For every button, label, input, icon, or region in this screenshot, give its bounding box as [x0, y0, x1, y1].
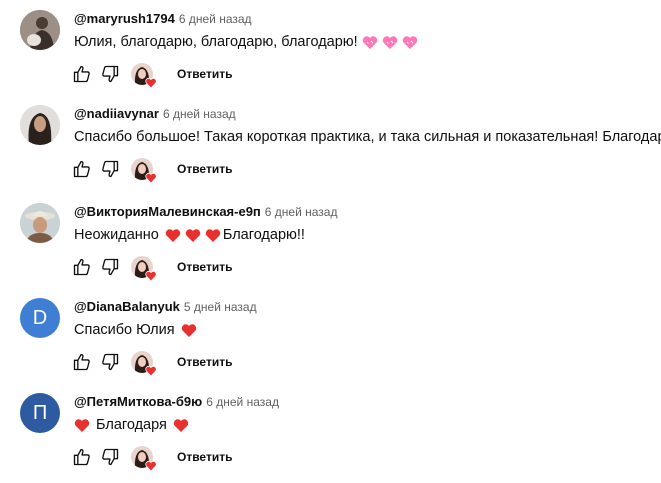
red-heart-emoji-icon [74, 418, 90, 432]
reply-button[interactable]: Ответить [177, 260, 232, 274]
comment-header: @ВикторияМалевинская-е9п 6 дней назад [74, 204, 337, 219]
avatar[interactable] [20, 105, 60, 145]
comment-text: Спасибо большое! Такая короткая практика… [74, 129, 661, 145]
comment-item: П @ПетяМиткова-б9ю 6 дней назад Благодаря… [0, 383, 661, 483]
comment-header: @ПетяМиткова-б9ю 6 дней назад [74, 394, 279, 409]
heart-icon [145, 270, 157, 282]
thumbs-down-icon [102, 448, 119, 466]
heart-icon [145, 77, 157, 89]
avatar[interactable] [20, 203, 60, 243]
red-heart-emoji-icon [165, 228, 181, 242]
dislike-button[interactable] [100, 64, 120, 84]
comment-text-part: Неожиданно [74, 227, 159, 243]
comment-time[interactable]: 6 дней назад [163, 107, 236, 121]
comment-actions: Ответить [70, 351, 232, 377]
author-name[interactable]: @ВикторияМалевинская-е9п [74, 204, 261, 219]
thumbs-down-icon [102, 353, 119, 371]
avatar[interactable]: П [20, 393, 60, 433]
red-heart-emoji-icon [205, 228, 221, 242]
comment-text: Спасибо Юлия [74, 322, 199, 338]
thumbs-up-icon [73, 258, 90, 276]
avatar-letter: D [32, 306, 48, 329]
red-heart-emoji-icon [181, 323, 196, 337]
reply-button[interactable]: Ответить [177, 67, 232, 81]
heart-icon [145, 365, 157, 377]
comment-text-part: Спасибо Юлия [74, 322, 175, 338]
like-button[interactable] [72, 64, 92, 84]
comment-header: @DianaBalanyuk 5 дней назад [74, 299, 257, 314]
author-name[interactable]: @ПетяМиткова-б9ю [74, 394, 202, 409]
comments-list: @maryrush1794 6 дней назад Юлия, благодар… [0, 0, 661, 473]
comment-item: @maryrush1794 6 дней назад Юлия, благодар… [0, 0, 661, 100]
comment-actions: Ответить [70, 256, 232, 282]
comment-header: @nadiiavynar 6 дней назад [74, 106, 236, 121]
creator-heart[interactable] [131, 256, 157, 282]
avatar-letter: П [32, 401, 48, 424]
author-name[interactable]: @nadiiavynar [74, 106, 159, 121]
creator-heart[interactable] [131, 446, 157, 472]
comment-item: D @DianaBalanyuk 5 дней назад Спасибо Юли… [0, 288, 661, 388]
thumbs-up-icon [73, 353, 90, 371]
comment-item: @ВикторияМалевинская-е9п 6 дней назад Нео… [0, 193, 661, 293]
dislike-button[interactable] [100, 447, 120, 467]
pink-heart-emoji-icon [362, 35, 377, 49]
reply-button[interactable]: Ответить [177, 355, 232, 369]
pink-heart-emoji-icon [382, 35, 397, 49]
creator-heart[interactable] [131, 63, 157, 89]
thumbs-down-icon [102, 65, 119, 83]
comment-header: @maryrush1794 6 дней назад [74, 11, 252, 26]
thumbs-up-icon [73, 65, 90, 83]
comment-actions: Ответить [70, 63, 232, 89]
like-button[interactable] [72, 159, 92, 179]
dislike-button[interactable] [100, 352, 120, 372]
comment-text-part: Спасибо большое! Такая короткая практика… [74, 129, 661, 145]
avatar[interactable]: D [20, 298, 60, 338]
dislike-button[interactable] [100, 159, 120, 179]
comment-time[interactable]: 6 дней назад [206, 395, 279, 409]
comment-text-part: Благодарю!! [222, 227, 305, 243]
heart-icon [145, 460, 157, 472]
comment-text: Юлия, благодарю, благодарю, благодарю! [74, 34, 420, 50]
comment-text-part: Благодаря [96, 417, 167, 433]
comment-text: Благодаря [74, 417, 191, 433]
author-name[interactable]: @maryrush1794 [74, 11, 175, 26]
comment-text-part: Юлия, благодарю, благодарю, благодарю! [74, 34, 358, 50]
thumbs-down-icon [102, 160, 119, 178]
comment-time[interactable]: 6 дней назад [179, 12, 252, 26]
comment-time[interactable]: 6 дней назад [265, 205, 338, 219]
pink-heart-emoji-icon [402, 35, 417, 49]
creator-heart[interactable] [131, 158, 157, 184]
comment-time[interactable]: 5 дней назад [184, 300, 257, 314]
comment-actions: Ответить [70, 446, 232, 472]
comment-item: @nadiiavynar 6 дней назад Спасибо большое… [0, 95, 661, 195]
like-button[interactable] [72, 447, 92, 467]
thumbs-up-icon [73, 448, 90, 466]
reply-button[interactable]: Ответить [177, 162, 232, 176]
dislike-button[interactable] [100, 257, 120, 277]
creator-heart[interactable] [131, 351, 157, 377]
comment-text: Неожиданно Благодарю!! [74, 227, 305, 243]
like-button[interactable] [72, 352, 92, 372]
thumbs-up-icon [73, 160, 90, 178]
red-heart-emoji-icon [185, 228, 201, 242]
red-heart-emoji-icon [173, 418, 189, 432]
thumbs-down-icon [102, 258, 119, 276]
comment-actions: Ответить [70, 158, 232, 184]
author-name[interactable]: @DianaBalanyuk [74, 299, 180, 314]
like-button[interactable] [72, 257, 92, 277]
avatar[interactable] [20, 10, 60, 50]
heart-icon [145, 172, 157, 184]
reply-button[interactable]: Ответить [177, 450, 232, 464]
